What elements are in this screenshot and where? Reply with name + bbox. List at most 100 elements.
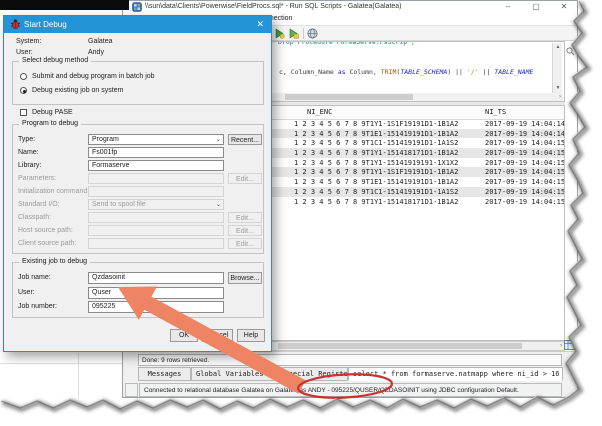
job-number-label: Job number: <box>18 303 57 310</box>
job-user-input[interactable]: Quser <box>88 287 224 299</box>
dialog-close-icon[interactable]: ✕ <box>256 19 264 30</box>
window-titlebar: \\sun\data\Clients\Powerwise\FieldProcs.… <box>123 1 577 13</box>
chevron-down-icon: ⌄ <box>216 136 221 143</box>
column-header[interactable]: NI_TS <box>485 108 506 116</box>
cell-ni-ts: 2017-09-19 14:04:15 <box>485 168 565 176</box>
run-all-icon[interactable] <box>274 28 285 39</box>
table-row[interactable]: 1 2 3 4 5 6 7 8 9T1C1-151419191D1-1A1S22… <box>254 138 564 148</box>
table-view-icon[interactable] <box>564 340 576 351</box>
dialog-titlebar: Start Debug ✕ <box>4 16 271 33</box>
screenshot-stage: \\sun\data\Clients\Powerwise\FieldProcs.… <box>0 0 602 426</box>
type-select[interactable]: Program⌄ <box>88 134 224 145</box>
grid-horizontal-scrollbar[interactable]: › <box>253 341 565 351</box>
editor-horizontal-scrollbar[interactable]: › <box>255 93 563 101</box>
user-label: User: <box>16 49 33 56</box>
cell-ni-enc: 1 2 3 4 5 6 7 8 9T1C1-151419191D1-1A1S2 <box>294 188 458 196</box>
job-name-label: Job name: <box>18 274 51 281</box>
help-button[interactable]: Help <box>237 329 265 342</box>
stdio-label: Standard I/O: <box>18 201 60 208</box>
host-source-edit-button: Edit... <box>228 225 262 236</box>
window-title: \\sun\data\Clients\Powerwise\FieldProcs.… <box>145 3 402 10</box>
table-row[interactable]: 1 2 3 4 5 6 7 8 9T1Y1-15141919191-1X1X2 2… <box>254 158 564 168</box>
close-button[interactable]: ✕ <box>557 2 571 12</box>
globe-icon[interactable] <box>307 28 318 39</box>
host-source-input <box>88 225 224 236</box>
job-number-input[interactable]: 095225 <box>88 301 224 313</box>
classpath-label: Classpath: <box>18 214 51 221</box>
existing-job-group-label: Existing job to debug <box>19 258 90 265</box>
recent-button[interactable]: Recent... <box>228 134 262 145</box>
type-label: Type: <box>18 136 35 143</box>
scroll-down-icon[interactable]: ▼ <box>553 85 563 91</box>
system-value: Galatea <box>88 38 113 45</box>
tab-messages[interactable]: Messages <box>138 367 191 381</box>
cell-ni-enc: 1 2 3 4 5 6 7 8 9T1Y1-1S1F19191D1-1B1A2 <box>294 120 458 128</box>
job-name-input[interactable]: Qzdasoinit <box>88 272 224 284</box>
radio-existing-job[interactable] <box>20 87 27 94</box>
table-row[interactable]: 1 2 3 4 5 6 7 8 9T1Y1-1S1F19191D1-1B1A22… <box>254 167 564 177</box>
cell-ni-ts: 2017-09-19 14:04:15 <box>485 139 565 147</box>
parameters-input <box>88 173 224 184</box>
table-row[interactable]: 1 2 3 4 5 6 7 8 9T1C1-151419191D1-1A1S22… <box>254 187 564 197</box>
radio-existing-job-label[interactable]: Debug existing job on system <box>32 87 123 94</box>
minimize-button[interactable]: – <box>501 2 515 12</box>
sql-clipped-line: Drop Procedure FormaServe.FsScrip ; <box>254 42 544 48</box>
classpath-input <box>88 212 224 223</box>
client-source-input <box>88 238 224 249</box>
debug-pase-label[interactable]: Debug PASE <box>32 109 73 116</box>
tab-global-variables[interactable]: Global Variables and Special Registers <box>191 367 348 381</box>
bottom-panel: Done: 9 rows retrieved. Messages Global … <box>123 351 577 397</box>
scroll-up-icon[interactable]: ▲ <box>553 44 563 50</box>
column-header[interactable]: NI_ENC <box>307 108 332 116</box>
status-bar: Connected to relational database Galatea… <box>139 383 562 397</box>
dialog-title: Start Debug <box>24 20 67 29</box>
sql-editor[interactable]: Drop Procedure FormaServe.FsScrip ; c, C… <box>253 41 565 102</box>
program-group-label: Program to debug <box>19 120 81 127</box>
cell-ni-enc: 1 2 3 4 5 6 7 8 9T1Y1-15141919191-1X1X2 <box>294 159 458 167</box>
background-window-titlebar <box>0 0 129 10</box>
job-user-label: User: <box>18 289 35 296</box>
table-row[interactable]: 1 2 3 4 5 6 7 8 9T1E1-151419191D1-1B1A22… <box>254 129 564 139</box>
client-source-label: Client source path: <box>18 240 76 247</box>
run-selected-icon[interactable] <box>288 28 299 39</box>
maximize-button[interactable]: ▢ <box>529 2 543 12</box>
cell-ni-enc: 1 2 3 4 5 6 7 8 9T1E1-151419191D1-1B1A2 <box>294 130 458 138</box>
results-grid: NI_ENC NI_TS 1 2 3 4 5 6 7 8 9T1Y1-1S1F1… <box>253 105 565 341</box>
cancel-button[interactable]: Cancel <box>202 329 233 342</box>
cell-ni-enc: 1 2 3 4 5 6 7 8 9T1Y1-151418171D1-1B1A2 <box>294 149 458 157</box>
parameters-edit-button: Edit... <box>228 173 262 184</box>
editor-vertical-scrollbar[interactable]: ▲ ▼ <box>552 43 562 93</box>
table-row[interactable]: 1 2 3 4 5 6 7 8 9T1Y1-1S1F19191D1-1B1A22… <box>254 119 564 129</box>
scroll-right-icon[interactable]: › <box>559 93 561 101</box>
search-icon[interactable] <box>566 47 575 56</box>
tab-result-query[interactable]: select * from formaserve.natmapp where n… <box>348 367 563 381</box>
chevron-down-icon: ⌄ <box>216 201 221 208</box>
init-command-input <box>88 186 224 197</box>
library-input[interactable]: Formaserve <box>88 160 224 171</box>
start-debug-dialog: Start Debug ✕ System: Galatea User: Andy… <box>3 15 272 352</box>
radio-submit-batch-label[interactable]: Submit and debug program in batch job <box>32 73 155 80</box>
radio-submit-batch[interactable] <box>20 73 27 80</box>
table-row[interactable]: 1 2 3 4 5 6 7 8 9T1Y1-151418171D1-1B1A22… <box>254 197 564 207</box>
user-value: Andy <box>88 49 104 56</box>
background-window-edge <box>0 363 136 364</box>
name-input[interactable]: Fs001fp <box>88 147 224 158</box>
status-cell-empty <box>125 383 138 397</box>
cell-ni-ts: 2017-09-19 14:04:15 <box>485 198 565 206</box>
debug-pase-checkbox[interactable] <box>20 109 27 116</box>
app-icon <box>132 2 142 12</box>
cell-ni-ts: 2017-09-19 14:04:15 <box>485 159 565 167</box>
table-row[interactable]: 1 2 3 4 5 6 7 8 9T1E1-151419191D1-1B1A22… <box>254 177 564 187</box>
toolbar-separator <box>303 28 304 39</box>
client-source-edit-button: Edit... <box>228 238 262 249</box>
cell-ni-ts: 2017-09-19 14:04:15 <box>485 149 565 157</box>
browse-button[interactable]: Browse... <box>228 272 262 284</box>
grid-rows: 1 2 3 4 5 6 7 8 9T1Y1-1S1F19191D1-1B1A2 2… <box>254 119 564 206</box>
scroll-right-icon[interactable]: › <box>560 342 562 350</box>
scroll-thumb[interactable] <box>285 94 413 100</box>
results-status-text: Done: 9 rows retrieved. <box>142 357 209 364</box>
table-row[interactable]: 1 2 3 4 5 6 7 8 9T1Y1-151418171D1-1B1A2 2… <box>254 148 564 158</box>
ok-button[interactable]: OK <box>170 329 198 342</box>
sql-code-line: c, Column_Name as Column, TRIM(TABLE_SCH… <box>279 68 533 76</box>
scroll-thumb[interactable] <box>278 343 522 349</box>
